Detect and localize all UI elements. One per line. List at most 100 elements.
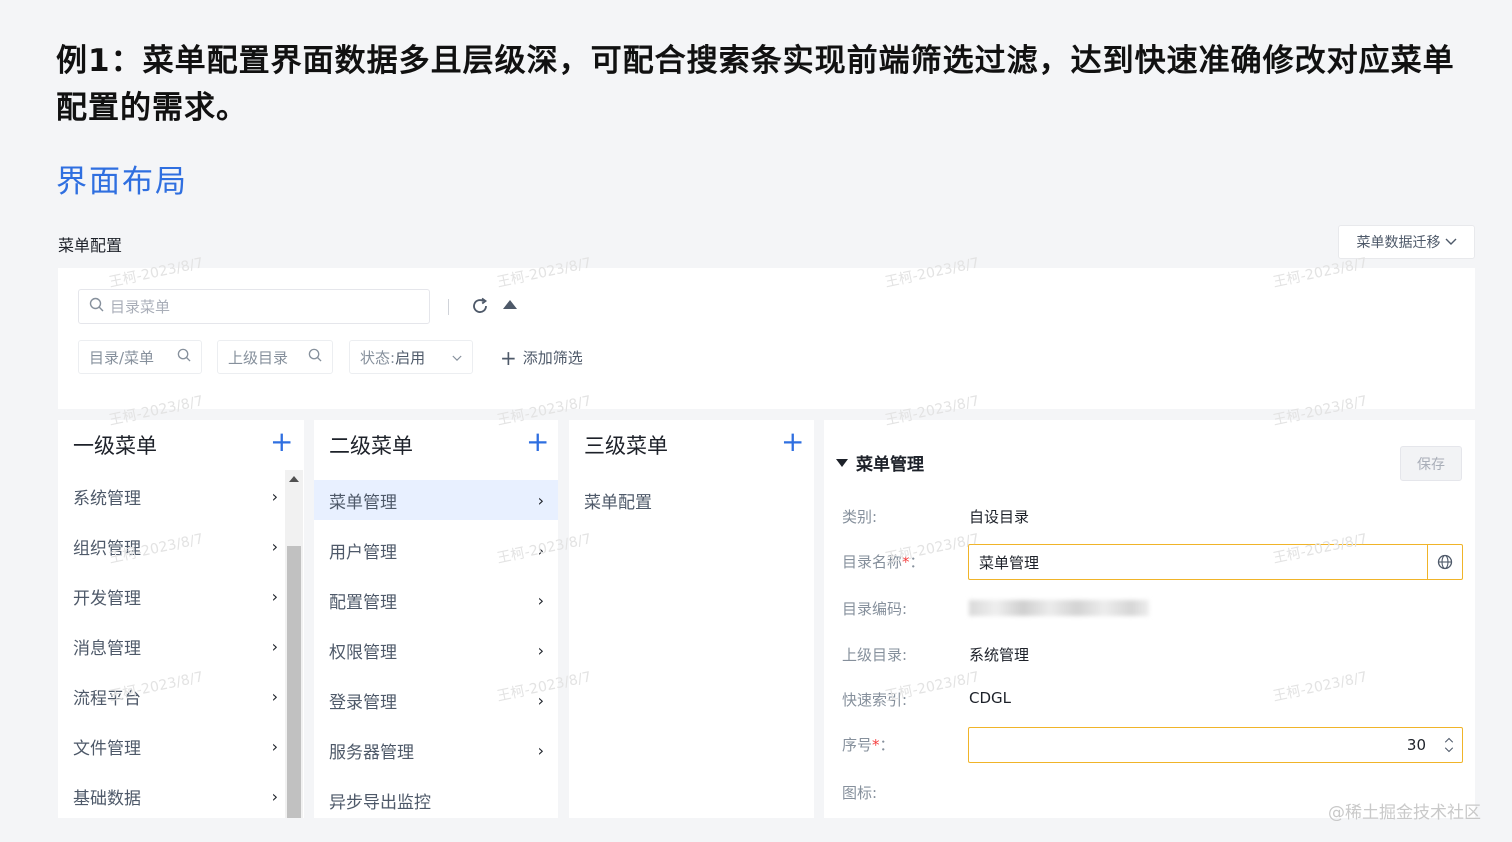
plus-icon: + bbox=[500, 345, 517, 370]
menu-item[interactable]: 消息管理 › bbox=[58, 626, 278, 666]
toolbar-divider bbox=[448, 299, 449, 315]
scroll-thumb[interactable] bbox=[287, 546, 301, 818]
migrate-button-label: 菜单数据迁移 bbox=[1356, 235, 1441, 251]
menu-item[interactable]: 服务器管理 › bbox=[314, 730, 558, 770]
seq-value: 30 bbox=[1406, 736, 1426, 754]
chevron-right-icon: › bbox=[537, 540, 544, 560]
menu-item[interactable]: 配置管理 › bbox=[314, 580, 558, 620]
menu-item-label: 系统管理 bbox=[73, 488, 141, 509]
filter-chip-menu[interactable]: 目录/菜单 bbox=[78, 340, 202, 374]
save-button[interactable]: 保存 bbox=[1400, 446, 1462, 481]
menu-item-label: 组织管理 bbox=[73, 538, 141, 559]
search-icon bbox=[308, 348, 322, 366]
collapse-icon[interactable] bbox=[503, 300, 517, 309]
add-icon[interactable]: + bbox=[781, 428, 804, 456]
add-icon[interactable]: + bbox=[270, 428, 293, 456]
index-label: 快速索引: bbox=[842, 691, 908, 709]
seq-number-input[interactable]: 30 bbox=[968, 727, 1463, 763]
chevron-right-icon: › bbox=[537, 490, 544, 510]
chevron-right-icon: › bbox=[271, 586, 278, 606]
filter-chip-parent[interactable]: 上级目录 bbox=[217, 340, 333, 374]
category-label: 类别: bbox=[842, 508, 878, 526]
menu-item-label: 菜单配置 bbox=[584, 492, 652, 513]
chevron-right-icon: › bbox=[537, 690, 544, 710]
chevron-right-icon: › bbox=[271, 686, 278, 706]
menu-item[interactable]: 基础数据 › bbox=[58, 776, 278, 816]
menu-item[interactable]: 菜单配置 bbox=[569, 480, 814, 520]
chevron-right-icon: › bbox=[271, 636, 278, 656]
caret-down-icon bbox=[836, 458, 848, 467]
menu-item-label: 登录管理 bbox=[329, 692, 397, 713]
menu-item[interactable]: 开发管理 › bbox=[58, 576, 278, 616]
globe-icon[interactable] bbox=[1427, 545, 1462, 579]
add-filter-label: 添加筛选 bbox=[522, 349, 583, 367]
parent-value: 系统管理 bbox=[969, 646, 1030, 664]
add-icon[interactable]: + bbox=[526, 428, 549, 456]
detail-title[interactable]: 菜单管理 bbox=[836, 450, 924, 475]
chevron-right-icon: › bbox=[271, 786, 278, 806]
chevron-up-icon bbox=[1444, 737, 1454, 743]
menu-item-label: 文件管理 bbox=[73, 738, 141, 759]
menu-item[interactable]: 系统管理 › bbox=[58, 476, 278, 516]
filter-chip-status[interactable]: 状态:启用 bbox=[349, 340, 473, 374]
menu-column-level1: 一级菜单 + 系统管理 › 组织管理 › 开发管理 › 消息管理 › 流程平台 › 文件管… bbox=[58, 420, 304, 818]
chevron-down-icon bbox=[1444, 747, 1454, 753]
column-title: 三级菜单 bbox=[584, 434, 668, 458]
detail-title-label: 菜单管理 bbox=[856, 455, 924, 475]
search-placeholder: 目录菜单 bbox=[110, 298, 171, 316]
status-value: 启用 bbox=[395, 348, 426, 367]
parent-label: 上级目录: bbox=[842, 646, 908, 664]
source-credit: @稀土掘金技术社区 bbox=[1328, 803, 1481, 823]
menu-column-level2: 二级菜单 + 菜单管理 › 用户管理 › 配置管理 › 权限管理 › 登录管理 › 服务器… bbox=[314, 420, 558, 818]
menu-item-label: 基础数据 bbox=[73, 788, 141, 809]
menu-item-label: 服务器管理 bbox=[329, 742, 414, 763]
article-heading: 例1：菜单配置界面数据多且层级深，可配合搜索条实现前端筛选过滤，达到快速准确修改… bbox=[56, 43, 1455, 126]
add-filter-button[interactable]: + 添加筛选 bbox=[500, 347, 583, 368]
menu-item[interactable]: 权限管理 › bbox=[314, 630, 558, 670]
column-title: 一级菜单 bbox=[73, 434, 157, 458]
search-input[interactable]: 目录菜单 bbox=[78, 289, 430, 324]
search-icon bbox=[177, 348, 191, 366]
menu-item-label: 异步导出监控 bbox=[329, 792, 431, 813]
migrate-data-button[interactable]: 菜单数据迁移 bbox=[1338, 225, 1475, 259]
code-value-redacted bbox=[969, 600, 1149, 616]
menu-item[interactable]: 流程平台 › bbox=[58, 676, 278, 716]
menu-detail-panel: 菜单管理 保存 类别: 自设目录 目录名称*： 菜单管理 目录编码: 上级目录:… bbox=[824, 420, 1475, 818]
refresh-icon[interactable] bbox=[470, 296, 490, 321]
filter-panel: 目录菜单 目录/菜单 上级目录 状态:启用 + 添加筛选 bbox=[58, 268, 1475, 409]
code-label: 目录编码: bbox=[842, 600, 908, 618]
menu-item-label: 消息管理 bbox=[73, 638, 141, 659]
menu-item-label: 菜单管理 bbox=[329, 492, 397, 513]
menu-item-label: 开发管理 bbox=[73, 588, 141, 609]
menu-item-selected[interactable]: 菜单管理 › bbox=[314, 480, 558, 520]
chevron-right-icon: › bbox=[537, 740, 544, 760]
menu-item-label: 用户管理 bbox=[329, 542, 397, 563]
name-field-value: 菜单管理 bbox=[979, 553, 1040, 572]
menu-item[interactable]: 文件管理 › bbox=[58, 726, 278, 766]
filter-chip-parent-label: 上级目录 bbox=[228, 348, 289, 367]
chevron-down-icon bbox=[452, 348, 462, 366]
chevron-right-icon: › bbox=[271, 486, 278, 506]
name-label: 目录名称*： bbox=[842, 553, 925, 571]
number-stepper[interactable] bbox=[1436, 737, 1462, 753]
section-subheading: 界面布局 bbox=[56, 164, 188, 200]
chevron-right-icon: › bbox=[537, 590, 544, 610]
name-field[interactable]: 菜单管理 bbox=[968, 544, 1463, 580]
chevron-right-icon: › bbox=[271, 736, 278, 756]
menu-column-level3: 三级菜单 + 菜单配置 bbox=[569, 420, 814, 818]
icon-label: 图标: bbox=[842, 784, 878, 802]
menu-item-label: 流程平台 bbox=[73, 688, 141, 709]
menu-item[interactable]: 登录管理 › bbox=[314, 680, 558, 720]
filter-chip-menu-label: 目录/菜单 bbox=[89, 348, 155, 367]
seq-label: 序号*： bbox=[842, 736, 895, 754]
menu-item[interactable]: 异步导出监控 bbox=[314, 780, 558, 818]
menu-item[interactable]: 用户管理 › bbox=[314, 530, 558, 570]
chevron-down-icon bbox=[1445, 234, 1457, 250]
menu-item[interactable]: 组织管理 › bbox=[58, 526, 278, 566]
chevron-right-icon: › bbox=[537, 640, 544, 660]
category-value: 自设目录 bbox=[969, 508, 1030, 526]
scrollbar[interactable] bbox=[285, 470, 303, 818]
menu-item-label: 配置管理 bbox=[329, 592, 397, 613]
status-label: 状态: bbox=[360, 348, 396, 367]
scroll-up-icon[interactable] bbox=[289, 476, 299, 482]
